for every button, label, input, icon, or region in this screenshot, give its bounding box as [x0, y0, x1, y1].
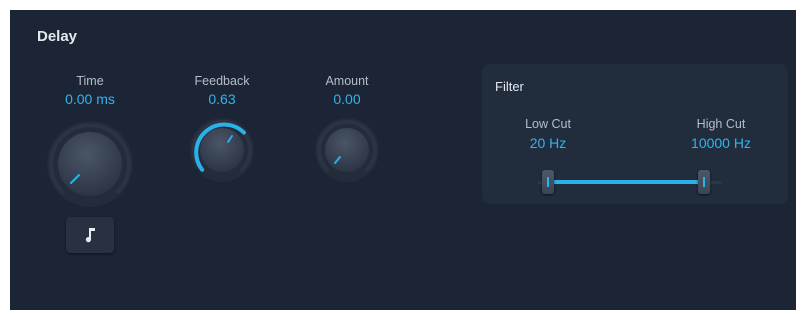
filter-section: Filter Low Cut 20 Hz High Cut 10000 Hz: [482, 64, 788, 204]
filter-title: Filter: [495, 79, 524, 94]
feedback-label: Feedback: [194, 74, 250, 88]
feedback-knob[interactable]: [189, 117, 255, 183]
music-note-icon: [85, 228, 95, 243]
low-cut-label: Low Cut: [525, 117, 571, 131]
high-cut-handle[interactable]: [698, 170, 710, 194]
amount-value[interactable]: 0.00: [287, 91, 407, 107]
section-title: Delay: [37, 28, 78, 45]
feedback-value[interactable]: 0.63: [162, 91, 282, 107]
time-knob[interactable]: [46, 120, 134, 208]
high-cut-handle-marker: [703, 177, 705, 187]
low-cut-handle-marker: [547, 177, 549, 187]
high-cut-label: High Cut: [696, 117, 746, 131]
low-cut-value[interactable]: 20 Hz: [498, 135, 598, 151]
amount-knob[interactable]: [314, 117, 380, 183]
time-value[interactable]: 0.00 ms: [30, 91, 150, 107]
note-sync-button[interactable]: [66, 217, 114, 253]
amount-label: Amount: [325, 74, 369, 88]
time-label: Time: [76, 74, 104, 88]
high-cut-value[interactable]: 10000 Hz: [671, 135, 771, 151]
filter-range-fill: [548, 180, 704, 184]
delay-panel: Delay Time 0.00 ms Feedback 0.63 Amount …: [10, 10, 796, 310]
low-cut-handle[interactable]: [542, 170, 554, 194]
